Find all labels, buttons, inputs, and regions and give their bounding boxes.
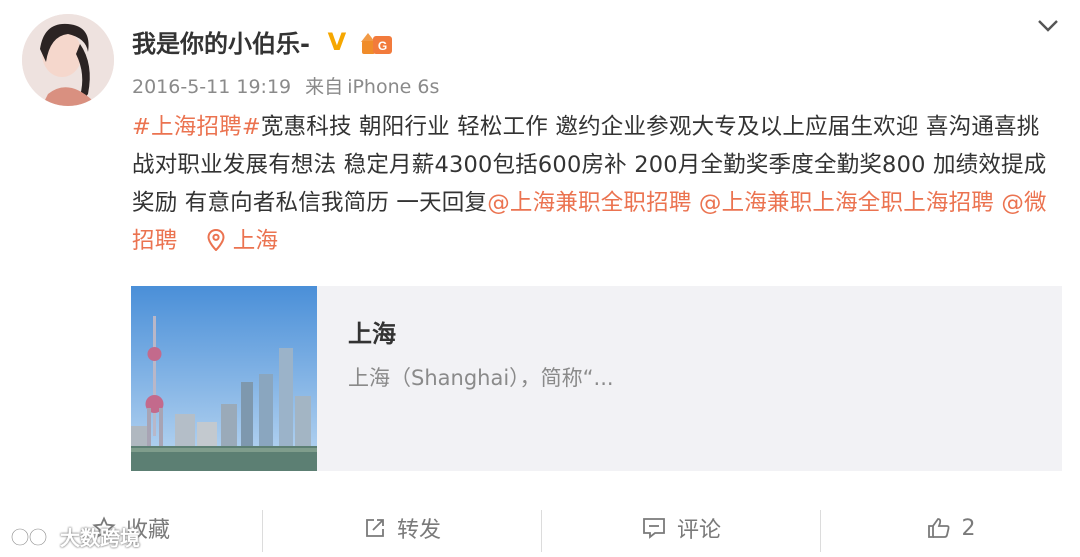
post-time[interactable]: 2016-5-11 19:19 bbox=[132, 76, 291, 98]
comment-button[interactable]: 评论 bbox=[542, 506, 820, 550]
username[interactable]: 我是你的小伯乐- bbox=[132, 24, 310, 59]
action-bar: 收藏 转发 评论 2 bbox=[0, 506, 1080, 552]
username-row: 我是你的小伯乐- V G bbox=[132, 24, 394, 59]
hashtag-link[interactable]: #上海招聘# bbox=[132, 114, 261, 140]
svg-text:G: G bbox=[378, 39, 387, 53]
repost-label: 转发 bbox=[396, 518, 441, 543]
avatar[interactable] bbox=[22, 14, 114, 106]
mention-link[interactable]: @上海兼职全职招聘 bbox=[487, 190, 691, 216]
watermark: 大数跨境 bbox=[10, 522, 140, 551]
v-verified-icon: V bbox=[327, 27, 347, 56]
post-content: #上海招聘#宽惠科技 朝阳行业 轻松工作 邀约企业参观大专及以上应届生欢迎 喜沟… bbox=[132, 108, 1052, 260]
post-meta: 2016-5-11 19:19 来自 iPhone 6s bbox=[132, 72, 439, 99]
watermark-logo-icon bbox=[10, 527, 48, 546]
comment-label: 评论 bbox=[676, 518, 721, 543]
thumbs-up-icon bbox=[927, 518, 949, 538]
user-level-badge-icon: G bbox=[358, 28, 394, 56]
source-prefix: 来自 bbox=[305, 76, 344, 98]
card-thumbnail bbox=[131, 286, 317, 471]
like-button[interactable]: 2 bbox=[821, 506, 1080, 550]
avatar-photo bbox=[22, 14, 114, 106]
card-title: 上海 bbox=[348, 320, 396, 348]
watermark-text: 大数跨境 bbox=[60, 526, 140, 550]
more-options-chevron-icon[interactable] bbox=[1034, 12, 1062, 40]
post-source[interactable]: iPhone 6s bbox=[347, 76, 439, 98]
location-card[interactable]: 上海 上海（Shanghai），简称“... bbox=[131, 286, 1062, 471]
card-description: 上海（Shanghai），简称“... bbox=[348, 366, 614, 390]
location-link[interactable]: 上海 bbox=[207, 228, 278, 254]
like-count: 2 bbox=[961, 515, 976, 541]
mention-link[interactable]: @上海兼职上海全职上海招聘 bbox=[699, 190, 994, 216]
comment-icon bbox=[643, 518, 665, 539]
location-pin-icon bbox=[207, 228, 225, 252]
repost-icon bbox=[366, 519, 384, 537]
repost-button[interactable]: 转发 bbox=[263, 506, 541, 550]
location-label: 上海 bbox=[232, 228, 279, 254]
